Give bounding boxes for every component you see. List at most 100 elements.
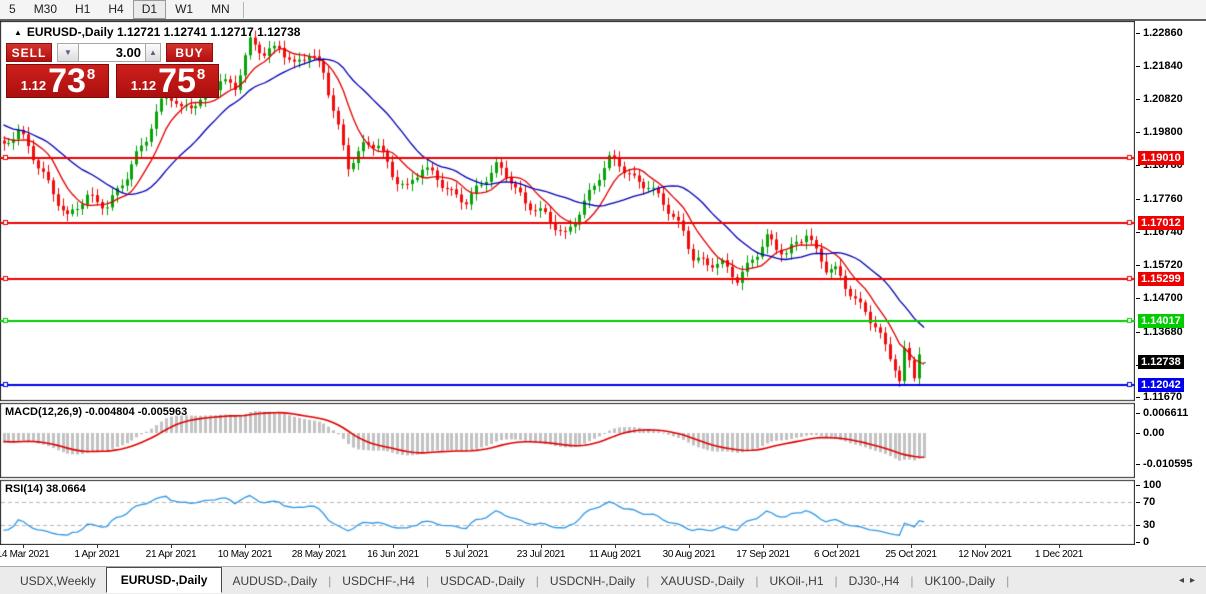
volume-increase-button[interactable]: ▲	[145, 43, 161, 62]
toolbar-separator	[242, 1, 244, 18]
axis-tick-mark	[1136, 397, 1140, 398]
date-axis-label: 16 Jun 2021	[367, 549, 419, 560]
ask-pip-digit: 8	[196, 66, 206, 83]
macd-values: -0.004804 -0.005963	[85, 406, 188, 418]
timeframe-toolbar: 5 M30 H1 H4 D1 W1 MN	[0, 0, 1206, 21]
tabs-scroll-arrows: ◂▸	[1179, 575, 1201, 586]
hline-price-label[interactable]: 1.19010	[1138, 151, 1184, 165]
tab-separator: |	[646, 573, 650, 588]
hline-price-label[interactable]: 1.17012	[1138, 216, 1184, 230]
price-axis-tick: 1.17760	[1143, 193, 1183, 205]
ask-big-digits: 75	[158, 62, 196, 100]
chart-tab-eurusd-daily[interactable]: EURUSD-,Daily	[105, 567, 223, 593]
chart-tab-usdcnh-daily[interactable]: USDCNH-,Daily	[540, 570, 645, 592]
date-axis-label: 11 Aug 2021	[588, 549, 642, 560]
axis-tick-mark	[1136, 502, 1140, 503]
bid-big-digits: 73	[48, 62, 86, 100]
axis-tick-mark	[1136, 298, 1140, 299]
chart-tab-bar: USDX,Weekly EURUSD-,Daily AUDUSD-,Daily | US…	[0, 566, 1206, 594]
date-tick-mark	[467, 545, 468, 548]
macd-axis-tick: 0.006611	[1143, 407, 1189, 419]
date-tick-mark	[319, 545, 320, 548]
price-axis-tick: 1.22860	[1143, 27, 1183, 39]
date-tick-mark	[171, 545, 172, 548]
chart-tab-ukoil-h1[interactable]: UKOil-,H1	[760, 570, 834, 592]
date-tick-mark	[1059, 545, 1060, 548]
collapse-triangle-icon[interactable]: ▲	[14, 28, 22, 37]
timeframe-button-m30[interactable]: M30	[25, 0, 66, 19]
timeframe-button-h1[interactable]: H1	[66, 0, 99, 19]
ask-price-box[interactable]: 1.12 75 8	[116, 64, 219, 98]
tab-separator: |	[910, 573, 914, 588]
sell-button[interactable]: SELL	[6, 43, 52, 62]
date-axis-label: 6 Oct 2021	[814, 549, 860, 560]
chart-tab-usdchf-h4[interactable]: USDCHF-,H4	[332, 570, 425, 592]
volume-field[interactable]: 3.00	[79, 43, 145, 62]
axis-tick-mark	[1136, 132, 1140, 133]
tab-separator: |	[834, 573, 838, 588]
volume-stepper: ▼ 3.00 ▲	[57, 43, 161, 62]
buy-button[interactable]: BUY	[166, 43, 213, 62]
chart-tab-xauusd-daily[interactable]: XAUUSD-,Daily	[650, 570, 754, 592]
chart-area: ▲ EURUSD-,Daily 1.12721 1.12741 1.12717 1…	[0, 21, 1206, 548]
current-price-label: 1.12738	[1138, 355, 1184, 369]
axis-tick-mark	[1136, 66, 1140, 67]
date-axis-label: 10 May 2021	[217, 549, 273, 560]
date-tick-mark	[763, 545, 764, 548]
hline-price-label[interactable]: 1.14017	[1138, 314, 1184, 328]
axis-tick-mark	[1136, 464, 1140, 465]
date-tick-mark	[689, 545, 690, 548]
quote-header: ▲ EURUSD-,Daily 1.12721 1.12741 1.12717 1…	[14, 25, 300, 39]
timeframe-button-d1[interactable]: D1	[132, 0, 167, 19]
hline-price-label[interactable]: 1.12042	[1138, 378, 1184, 392]
mt4-trading-terminal: { "toolbar": { "timeframes": ["5", "M30"…	[0, 0, 1206, 594]
hline-price-label[interactable]: 1.15299	[1138, 272, 1184, 286]
date-tick-mark	[393, 545, 394, 548]
bid-prefix: 1.12	[20, 78, 47, 93]
quote-ohlc-text: EURUSD-,Daily 1.12721 1.12741 1.12717 1.…	[26, 25, 301, 39]
axis-tick-mark	[1136, 99, 1140, 100]
date-axis-label: 5 Jul 2021	[445, 549, 489, 560]
rsi-indicator-label: RSI(14) 38.0664	[5, 483, 86, 495]
price-axis-tick: 1.11670	[1143, 391, 1183, 403]
rsi-axis-tick: 30	[1143, 519, 1156, 531]
chart-tab-dj30-h4[interactable]: DJ30-,H4	[839, 570, 910, 592]
axis-tick-mark	[1136, 165, 1140, 166]
date-axis-label: 23 Jul 2021	[516, 549, 566, 560]
bid-price-box[interactable]: 1.12 73 8	[6, 64, 109, 98]
axis-tick-mark	[1136, 199, 1140, 200]
axis-tick-mark	[1136, 33, 1140, 34]
timeframe-button-5[interactable]: 5	[0, 0, 25, 19]
tab-separator: |	[425, 573, 430, 588]
date-axis-label: 14 Mar 2021	[0, 549, 50, 560]
tabs-scroll-left-icon[interactable]: ◂	[1179, 575, 1190, 586]
tabs-scroll-right-icon[interactable]: ▸	[1190, 575, 1201, 586]
date-tick-mark	[985, 545, 986, 548]
tab-separator: |	[535, 573, 539, 588]
chart-tab-usdcad-daily[interactable]: USDCAD-,Daily	[430, 570, 535, 592]
timeframe-button-h4[interactable]: H4	[99, 0, 132, 19]
date-tick-mark	[541, 545, 542, 548]
rsi-value: 38.0664	[45, 483, 86, 495]
axis-tick-mark	[1136, 232, 1140, 233]
axis-tick-mark	[1136, 332, 1140, 333]
date-axis-label: 1 Dec 2021	[1034, 549, 1084, 560]
date-axis-label: 17 Sep 2021	[736, 549, 790, 560]
date-axis-label: 25 Oct 2021	[885, 549, 937, 560]
date-tick-mark	[911, 545, 912, 548]
date-tick-mark	[615, 545, 616, 548]
axis-tick-mark	[1136, 413, 1140, 414]
price-axis-tick: 1.15720	[1143, 259, 1183, 271]
axis-tick-mark	[1136, 542, 1140, 543]
date-axis-label: 21 Apr 2021	[145, 549, 197, 560]
volume-decrease-button[interactable]: ▼	[57, 43, 79, 62]
date-axis-label: 12 Nov 2021	[958, 549, 1012, 560]
chart-tab-audusd-daily[interactable]: AUDUSD-,Daily	[222, 570, 327, 592]
chart-tab-usdx-weekly[interactable]: USDX,Weekly	[10, 570, 106, 592]
axis-tick-mark	[1136, 433, 1140, 434]
timeframe-button-w1[interactable]: W1	[166, 0, 202, 19]
macd-title: MACD(12,26,9)	[5, 406, 83, 418]
timeframe-button-mn[interactable]: MN	[202, 0, 239, 19]
chart-tab-uk100-daily[interactable]: UK100-,Daily	[914, 570, 1005, 592]
date-axis-label: 30 Aug 2021	[662, 549, 716, 560]
